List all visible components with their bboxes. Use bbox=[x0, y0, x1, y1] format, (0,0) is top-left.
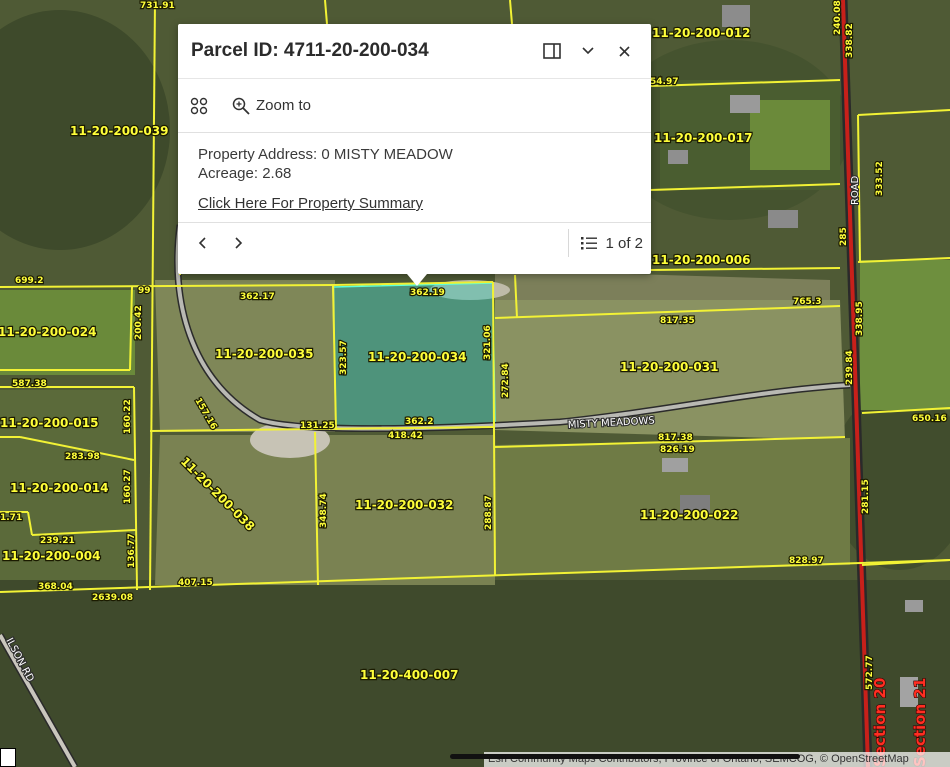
parcel-label-017: 11-20-200-017 bbox=[654, 131, 752, 145]
popup-actions-bar: Zoom to bbox=[178, 79, 651, 133]
dimension-label: 272.84 bbox=[501, 363, 511, 398]
dimension-label: 338.82 bbox=[845, 23, 855, 58]
parcel-label-039: 11-20-200-039 bbox=[70, 124, 168, 138]
dimension-label: 131.25 bbox=[300, 421, 335, 431]
dimension-label: 321.06 bbox=[483, 325, 493, 360]
popup-title: Parcel ID: 4711-20-200-034 bbox=[191, 40, 429, 61]
dimension-label: 587.38 bbox=[12, 379, 47, 389]
property-acreage: Acreage: 2.68 bbox=[198, 165, 292, 182]
feature-list-button[interactable]: 1 of 2 bbox=[568, 229, 643, 257]
feature-count: 1 of 2 bbox=[605, 234, 643, 252]
dimension-label: 650.16 bbox=[912, 414, 947, 424]
actions-icon bbox=[190, 97, 208, 114]
dimension-label: 160.22 bbox=[123, 399, 133, 434]
parcel-label-012: 11-20-200-012 bbox=[652, 26, 750, 40]
dimension-label: 160.27 bbox=[123, 469, 133, 504]
dimension-label: 826.19 bbox=[660, 445, 695, 455]
dock-icon bbox=[543, 43, 561, 59]
dimension-label: 699.2 bbox=[15, 276, 43, 286]
dimension-label: 338.95 bbox=[855, 301, 865, 336]
property-address: Property Address: 0 MISTY MEADOW bbox=[198, 146, 453, 163]
next-icon bbox=[235, 237, 243, 249]
dimension-label: 765.3 bbox=[793, 297, 821, 307]
popup-header: Parcel ID: 4711-20-200-034 bbox=[178, 24, 651, 79]
home-indicator bbox=[450, 754, 800, 759]
popup-content: Property Address: 0 MISTY MEADOW Acreage… bbox=[178, 133, 651, 223]
dimension-label: 200.42 bbox=[134, 305, 144, 340]
close-icon bbox=[618, 45, 630, 57]
parcel-label-024: 11-20-200-024 bbox=[0, 325, 96, 339]
dimension-label: 407.15 bbox=[178, 578, 213, 588]
dimension-label: 362.19 bbox=[410, 288, 445, 298]
previous-icon bbox=[198, 237, 206, 249]
parcel-label-004: 11-20-200-004 bbox=[2, 549, 100, 563]
collapse-button[interactable] bbox=[573, 36, 603, 66]
dimension-label: 323.57 bbox=[339, 340, 349, 375]
dimension-label: 362.2 bbox=[405, 417, 433, 427]
parcel-label-035: 11-20-200-035 bbox=[215, 347, 313, 361]
actions-button[interactable] bbox=[190, 97, 214, 115]
dimension-label: 283.98 bbox=[65, 452, 100, 462]
collapse-icon bbox=[582, 47, 594, 55]
dimension-label: 333.52 bbox=[875, 161, 885, 196]
dimension-label: 285 bbox=[839, 227, 849, 246]
dimension-label: 2639.08 bbox=[92, 593, 133, 603]
zoom-to-label: Zoom to bbox=[256, 97, 312, 114]
parcel-label-006: 11-20-200-006 bbox=[652, 253, 750, 267]
corner-box bbox=[0, 748, 16, 767]
road-label-road: ROAD bbox=[850, 176, 861, 205]
parcel-label-007: 11-20-400-007 bbox=[360, 668, 458, 682]
parcel-label-015: 11-20-200-015 bbox=[0, 416, 98, 430]
list-icon bbox=[581, 237, 598, 250]
popup-footer: 1 of 2 bbox=[178, 223, 651, 263]
dimension-label: 288.87 bbox=[484, 495, 494, 530]
dimension-label: 348.74 bbox=[319, 493, 329, 528]
dimension-label: 418.42 bbox=[388, 431, 423, 441]
close-button[interactable] bbox=[609, 36, 639, 66]
dimension-label: 362.17 bbox=[240, 292, 275, 302]
previous-feature-button[interactable] bbox=[188, 229, 216, 257]
zoom-to-button[interactable]: Zoom to bbox=[232, 97, 311, 115]
parcel-label-014: 11-20-200-014 bbox=[10, 481, 108, 495]
dimension-label: 281.15 bbox=[861, 479, 871, 514]
dimension-label: 731.91 bbox=[140, 1, 175, 11]
property-summary-link[interactable]: Click Here For Property Summary bbox=[198, 194, 423, 213]
dimension-label: 136.77 bbox=[127, 533, 137, 568]
parcel-label-034: 11-20-200-034 bbox=[368, 350, 466, 364]
dimension-label: 828.97 bbox=[789, 556, 824, 566]
dimension-label: 239.84 bbox=[845, 350, 855, 385]
dimension-label: 54.97 bbox=[650, 77, 678, 87]
dimension-label: 240.08 bbox=[833, 0, 843, 35]
dimension-label: 368.04 bbox=[38, 582, 73, 592]
parcel-label-022: 11-20-200-022 bbox=[640, 508, 738, 522]
dimension-label: 817.35 bbox=[660, 316, 695, 326]
dimension-label: 1.71 bbox=[0, 513, 22, 523]
next-feature-button[interactable] bbox=[225, 229, 253, 257]
parcel-label-031: 11-20-200-031 bbox=[620, 360, 718, 374]
dimension-label: 99 bbox=[138, 286, 151, 296]
zoom-icon bbox=[232, 97, 250, 115]
parcel-label-032: 11-20-200-032 bbox=[355, 498, 453, 512]
dock-button[interactable] bbox=[537, 36, 567, 66]
dimension-label: 239.21 bbox=[40, 536, 75, 546]
parcel-popup[interactable]: Parcel ID: 4711-20-200-034 Zoom to Prope… bbox=[178, 24, 651, 286]
dimension-label: 817.38 bbox=[658, 433, 693, 443]
